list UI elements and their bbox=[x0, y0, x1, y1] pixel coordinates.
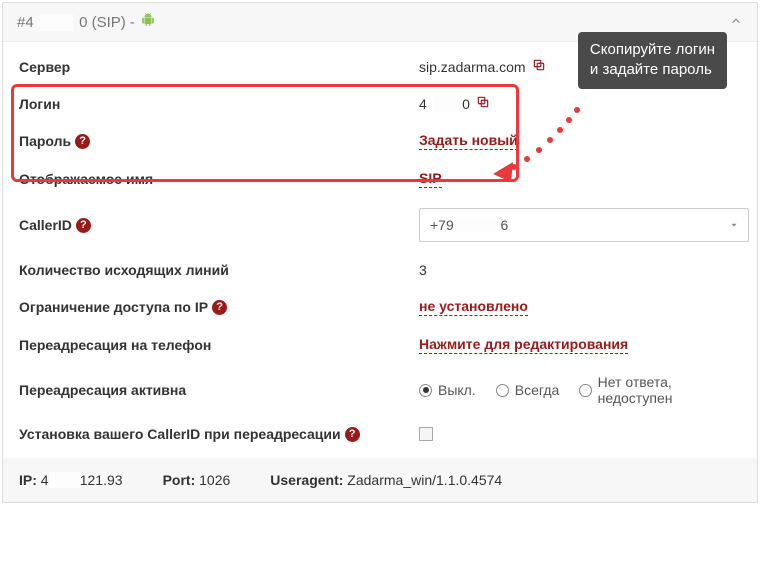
tooltip-line2: и задайте пароль bbox=[590, 60, 715, 80]
help-password-icon[interactable]: ? bbox=[75, 134, 90, 149]
label-callerid: CallerID bbox=[19, 217, 72, 233]
value-outgoing-lines: 3 bbox=[419, 262, 427, 278]
forward-active-radio-group: Выкл. Всегда Нет ответа, недоступен bbox=[419, 374, 741, 406]
copy-server-icon[interactable] bbox=[532, 58, 546, 75]
copy-login-icon[interactable] bbox=[476, 95, 490, 112]
footer-ip-label: IP: bbox=[19, 472, 37, 488]
help-callerid-icon[interactable]: ? bbox=[76, 218, 91, 233]
radio-dot-icon bbox=[419, 384, 432, 397]
tooltip-line1: Скопируйте логин bbox=[590, 40, 715, 60]
callerid-selected-suffix: 6 bbox=[500, 217, 508, 233]
radio-option-noanswer[interactable]: Нет ответа, недоступен bbox=[579, 374, 741, 406]
label-display-name: Отображаемое имя bbox=[19, 171, 419, 187]
radio-dot-icon bbox=[579, 384, 591, 397]
row-own-callerid: Установка вашего CallerID при переадреса… bbox=[3, 416, 757, 452]
title-hidden: ____ bbox=[40, 14, 73, 31]
android-icon bbox=[141, 13, 155, 31]
radio-option-off[interactable]: Выкл. bbox=[419, 382, 476, 398]
help-ip-restriction-icon[interactable]: ? bbox=[212, 300, 227, 315]
radio-label-noanswer: Нет ответа, недоступен bbox=[598, 374, 741, 406]
callerid-selected-hidden: ______ bbox=[454, 217, 501, 233]
label-server: Сервер bbox=[19, 59, 419, 75]
row-callerid: CallerID ? +79______6 bbox=[3, 198, 757, 252]
title-suffix: 0 (SIP) - bbox=[79, 14, 135, 31]
row-display-name: Отображаемое имя SIP bbox=[3, 160, 757, 198]
footer-port-value: 1026 bbox=[195, 472, 230, 488]
footer-port-label: Port: bbox=[163, 472, 196, 488]
footer-ip-prefix: 4 bbox=[37, 472, 49, 488]
radio-label-always: Всегда bbox=[515, 382, 560, 398]
help-own-callerid-icon[interactable]: ? bbox=[345, 427, 360, 442]
label-forward-phone: Переадресация на телефон bbox=[19, 337, 419, 353]
row-password: Пароль ? Задать новый bbox=[3, 122, 757, 160]
row-forward-phone: Переадресация на телефон Нажмите для ред… bbox=[3, 326, 757, 364]
set-password-link[interactable]: Задать новый bbox=[419, 132, 518, 150]
row-login: Логин 4 ___ 0 bbox=[3, 85, 757, 122]
forward-phone-link[interactable]: Нажмите для редактирования bbox=[419, 336, 628, 354]
label-forward-active: Переадресация активна bbox=[19, 382, 419, 398]
ip-restriction-link[interactable]: не установлено bbox=[419, 298, 528, 316]
footer-ip: IP: 4____121.93 bbox=[19, 472, 123, 488]
footer-ua-value: Zadarma_win/1.1.0.4574 bbox=[343, 472, 502, 488]
panel-body: Скопируйте логин и задайте пароль Сервер… bbox=[3, 42, 757, 502]
radio-dot-icon bbox=[496, 384, 509, 397]
panel-footer: IP: 4____121.93 Port: 1026 Useragent: Za… bbox=[3, 458, 757, 502]
label-outgoing-lines: Количество исходящих линий bbox=[19, 262, 419, 278]
label-login: Логин bbox=[19, 96, 419, 112]
label-ip-restriction: Ограничение доступа по IP bbox=[19, 299, 208, 315]
footer-port: Port: 1026 bbox=[163, 472, 231, 488]
row-forward-active: Переадресация активна Выкл. Всегда Нет о… bbox=[3, 364, 757, 416]
value-login-hidden: ___ bbox=[433, 96, 456, 112]
value-server: sip.zadarma.com bbox=[419, 59, 526, 75]
callerid-select[interactable]: +79______6 bbox=[419, 208, 749, 242]
row-outgoing-lines: Количество исходящих линий 3 bbox=[3, 252, 757, 288]
footer-useragent: Useragent: Zadarma_win/1.1.0.4574 bbox=[270, 472, 502, 488]
footer-ip-hidden: ____ bbox=[49, 472, 80, 488]
label-password: Пароль bbox=[19, 133, 71, 149]
callerid-selected-prefix: +79 bbox=[430, 217, 454, 233]
radio-label-off: Выкл. bbox=[438, 382, 476, 398]
footer-ip-suffix: 121.93 bbox=[80, 472, 123, 488]
value-login-prefix: 4 bbox=[419, 96, 427, 112]
radio-option-always[interactable]: Всегда bbox=[496, 382, 560, 398]
hint-tooltip: Скопируйте логин и задайте пароль bbox=[578, 32, 727, 89]
footer-ua-label: Useragent: bbox=[270, 472, 343, 488]
own-callerid-checkbox[interactable] bbox=[419, 427, 433, 441]
display-name-link[interactable]: SIP bbox=[419, 170, 442, 188]
panel-title: #4 ____ 0 (SIP) - bbox=[17, 13, 155, 31]
value-login-suffix: 0 bbox=[462, 96, 470, 112]
collapse-chevron-icon[interactable] bbox=[729, 14, 743, 31]
label-own-callerid: Установка вашего CallerID при переадреса… bbox=[19, 426, 341, 442]
sip-panel: #4 ____ 0 (SIP) - Скопируйте логин и задай… bbox=[2, 2, 758, 503]
row-ip-restriction: Ограничение доступа по IP ? не установле… bbox=[3, 288, 757, 326]
title-prefix: #4 bbox=[17, 14, 34, 31]
